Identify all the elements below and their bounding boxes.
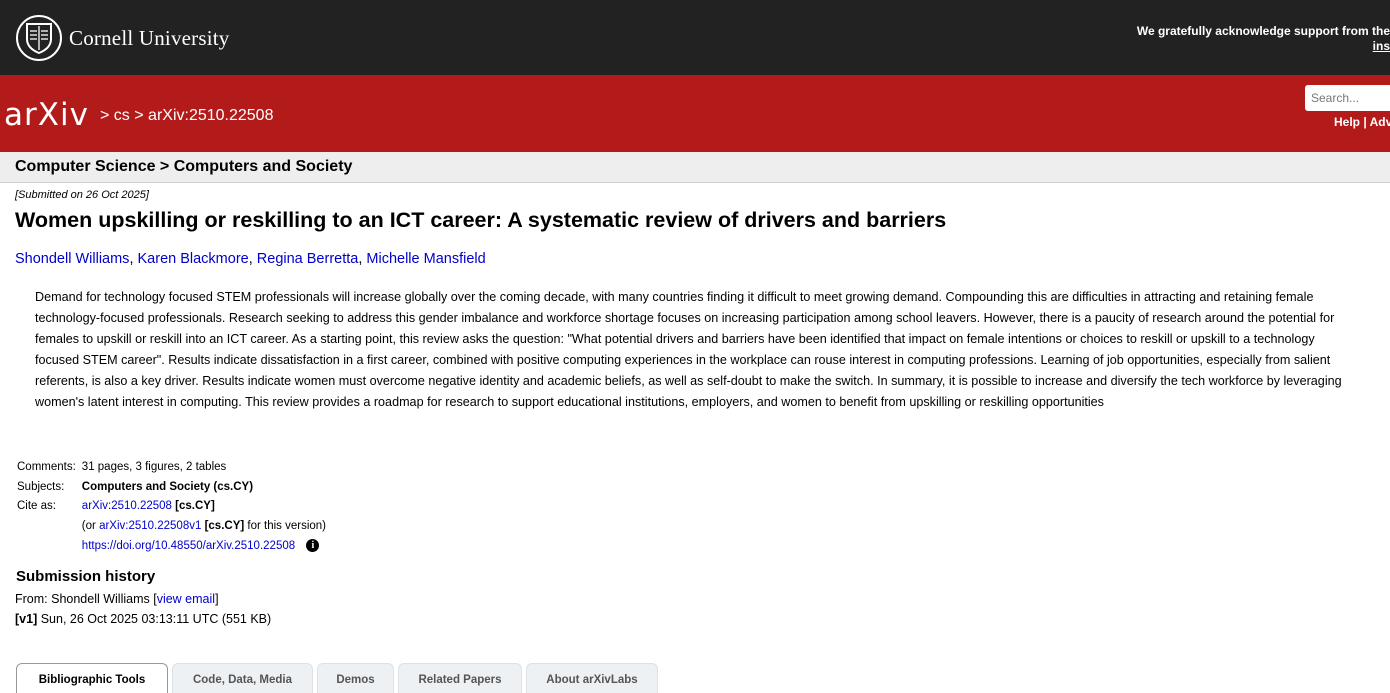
version-row: (or arXiv:2510.22508v1 [cs.CY] for this … bbox=[14, 516, 329, 536]
cornell-seal-icon bbox=[16, 15, 62, 61]
cite-id-link[interactable]: arXiv:2510.22508 bbox=[82, 500, 172, 512]
version-v1: [v1] Sun, 26 Oct 2025 03:13:11 UTC (551 … bbox=[15, 612, 271, 626]
version-category: [cs.CY] bbox=[204, 519, 245, 532]
tab-related-papers[interactable]: Related Papers bbox=[398, 663, 522, 693]
lab-tabs: Bibliographic Tools Code, Data, Media De… bbox=[16, 663, 662, 693]
cite-label: Cite as: bbox=[17, 500, 56, 513]
cite-category: [cs.CY] bbox=[175, 500, 215, 513]
metadata-table: Comments: 31 pages, 3 figures, 2 tables … bbox=[14, 457, 329, 555]
submission-from: From: Shondell Williams [view email] bbox=[15, 592, 219, 606]
submission-history-title: Submission history bbox=[16, 568, 156, 585]
help-links: Help | Adv bbox=[1334, 115, 1390, 129]
author-link[interactable]: Karen Blackmore bbox=[138, 251, 249, 267]
submission-from-close: ] bbox=[215, 592, 219, 606]
submission-from-text: From: Shondell Williams [ bbox=[15, 592, 157, 606]
breadcrumb-cs-link[interactable]: cs bbox=[114, 107, 130, 124]
comments-value: 31 pages, 3 figures, 2 tables bbox=[81, 460, 227, 473]
search-input[interactable] bbox=[1305, 85, 1390, 111]
tab-demos[interactable]: Demos bbox=[317, 663, 394, 693]
arxiv-logo-icon: arXiv bbox=[4, 97, 89, 133]
arxiv-logo-link[interactable]: arXiv bbox=[4, 96, 98, 141]
cornell-name: Cornell University bbox=[69, 25, 230, 50]
subjects-label: Subjects: bbox=[17, 480, 65, 493]
v1-date: Sun, 26 Oct 2025 03:13:11 UTC (551 KB) bbox=[40, 612, 272, 626]
comments-row: Comments: 31 pages, 3 figures, 2 tables bbox=[14, 457, 329, 477]
arxiv-header: arXiv > cs > arXiv:2510.22508 Help | Adv bbox=[0, 75, 1390, 152]
subjects-value: Computers and Society (cs.CY) bbox=[81, 480, 254, 493]
submitted-date: [Submitted on 26 Oct 2025] bbox=[15, 189, 149, 201]
cornell-header: Cornell University We gratefully acknowl… bbox=[0, 0, 1390, 75]
tab-about-arxivlabs[interactable]: About arXivLabs bbox=[526, 663, 658, 693]
version-prefix: (or bbox=[81, 519, 96, 532]
author-list: Shondell Williams, Karen Blackmore, Regi… bbox=[15, 251, 486, 267]
cornell-logo-link[interactable]: Cornell University bbox=[16, 15, 230, 61]
author-link[interactable]: Michelle Mansfield bbox=[366, 251, 485, 267]
help-separator: | bbox=[1363, 115, 1367, 129]
doi-link[interactable]: https://doi.org/10.48550/arXiv.2510.2250… bbox=[82, 540, 295, 552]
paper-title: Women upskilling or reskilling to an ICT… bbox=[15, 208, 947, 232]
info-icon[interactable]: i bbox=[306, 539, 320, 553]
acknowledgement-text: We gratefully acknowledge support from t… bbox=[1136, 24, 1390, 38]
v1-label: [v1] bbox=[15, 612, 38, 626]
tab-code-data-media[interactable]: Code, Data, Media bbox=[172, 663, 313, 693]
breadcrumb-separator: > bbox=[134, 107, 144, 124]
arxiv-logo-text: arXiv bbox=[4, 97, 89, 133]
breadcrumb-separator: > bbox=[100, 107, 110, 124]
subjects-row: Subjects: Computers and Society (cs.CY) bbox=[14, 477, 329, 497]
version-suffix: for this version) bbox=[247, 519, 327, 532]
subject-header-bar: Computer Science > Computers and Society bbox=[0, 152, 1390, 183]
abstract: Demand for technology focused STEM profe… bbox=[35, 290, 1342, 409]
breadcrumb-paper-id: arXiv:2510.22508 bbox=[148, 107, 274, 124]
comments-label: Comments: bbox=[17, 460, 76, 473]
subject-header: Computer Science > Computers and Society bbox=[15, 158, 353, 175]
acknowledgement-link[interactable]: ins bbox=[1137, 39, 1390, 54]
help-link[interactable]: Help bbox=[1334, 115, 1360, 129]
view-email-link[interactable]: view email bbox=[157, 592, 215, 606]
advanced-search-link[interactable]: Adv bbox=[1370, 115, 1390, 129]
acknowledgement: We gratefully acknowledge support from t… bbox=[1137, 24, 1390, 54]
author-link[interactable]: Shondell Williams bbox=[15, 251, 129, 267]
doi-row: https://doi.org/10.48550/arXiv.2510.2250… bbox=[14, 536, 329, 556]
version-id-link[interactable]: arXiv:2510.22508v1 bbox=[99, 520, 201, 532]
cite-row: Cite as: arXiv:2510.22508 [cs.CY] bbox=[14, 496, 329, 516]
author-link[interactable]: Regina Berretta bbox=[257, 251, 359, 267]
tab-bibliographic-tools[interactable]: Bibliographic Tools bbox=[16, 663, 168, 693]
breadcrumb: > cs > arXiv:2510.22508 bbox=[100, 107, 273, 125]
